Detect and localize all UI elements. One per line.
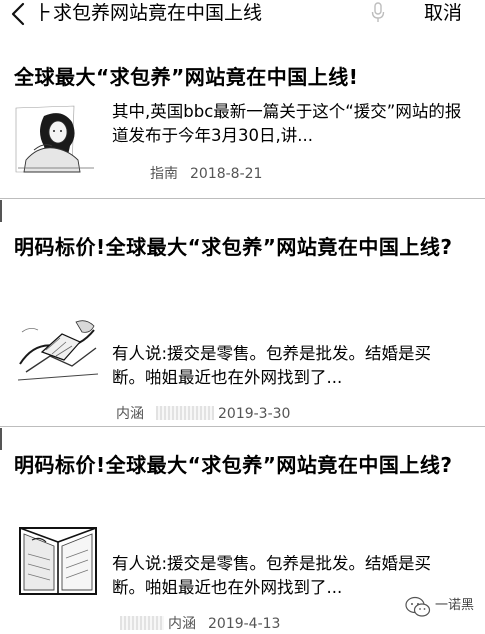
result-thumbnail[interactable]: [16, 312, 100, 384]
result-source[interactable]: 内涵: [168, 616, 196, 632]
search-query-text: 求包养网站竟在中国上线: [53, 2, 263, 24]
search-input[interactable]: ⺊求包养网站竟在中国上线: [34, 0, 410, 26]
blurred-text: [156, 406, 214, 420]
result-meta: 内涵 2019-3-30: [116, 404, 290, 424]
microphone-icon[interactable]: [370, 2, 386, 24]
result-title[interactable]: 全球最大“求包养”网站竟在中国上线!: [14, 60, 454, 94]
woman-illustration-icon: [14, 102, 98, 174]
result-title[interactable]: 明码标价!全球最大“求包养”网站竟在中国上线?: [14, 230, 454, 264]
result-card-1[interactable]: 全球最大“求包养”网站竟在中国上线! 其中,英国bbc最新一篇关于这个“援交”网…: [0, 30, 485, 198]
divider: [0, 198, 485, 199]
result-date: 2019-4-13: [208, 616, 281, 632]
result-meta: 指南 2018-8-21: [150, 164, 262, 184]
result-date: 2019-3-30: [218, 406, 291, 422]
result-card-2[interactable]: 明码标价!全球最大“求包养”网站竟在中国上线? 有人说:援交是零售。包养是批发。…: [0, 202, 485, 422]
search-bar: ⺊求包养网站竟在中国上线 取消: [0, 0, 485, 30]
chevron-left-icon: [11, 2, 25, 26]
result-source[interactable]: 指南: [150, 166, 178, 182]
cancel-button[interactable]: 取消: [424, 0, 462, 26]
sketch-illustration-icon: [16, 312, 100, 384]
search-cursor-char: ⺊: [34, 2, 54, 24]
watermark-label: 一诺黑: [435, 598, 475, 613]
result-meta: 内涵 2019-4-13: [120, 614, 280, 634]
result-thumbnail[interactable]: [14, 102, 98, 174]
watermark: 一诺黑: [405, 595, 479, 619]
result-thumbnail[interactable]: [16, 524, 100, 596]
divider: [0, 426, 485, 427]
back-button[interactable]: [6, 1, 32, 27]
book-illustration-icon: [16, 524, 100, 596]
result-source[interactable]: 内涵: [116, 406, 144, 422]
result-snippet: 有人说:援交是零售。包养是批发。结婚是买断。啪姐最近也在外网找到了...: [112, 344, 432, 387]
wechat-logo-icon: [405, 596, 431, 617]
result-date: 2018-8-21: [190, 166, 263, 182]
result-title[interactable]: 明码标价!全球最大“求包养”网站竟在中国上线?: [14, 448, 454, 482]
result-snippet: 其中,英国bbc最新一篇关于这个“援交”网站的报道发布于今年3月30日,讲...: [112, 102, 462, 145]
blurred-text: [120, 616, 164, 630]
result-snippet: 有人说:援交是零售。包养是批发。结婚是买断。啪姐最近也在外网找到了...: [112, 554, 432, 597]
